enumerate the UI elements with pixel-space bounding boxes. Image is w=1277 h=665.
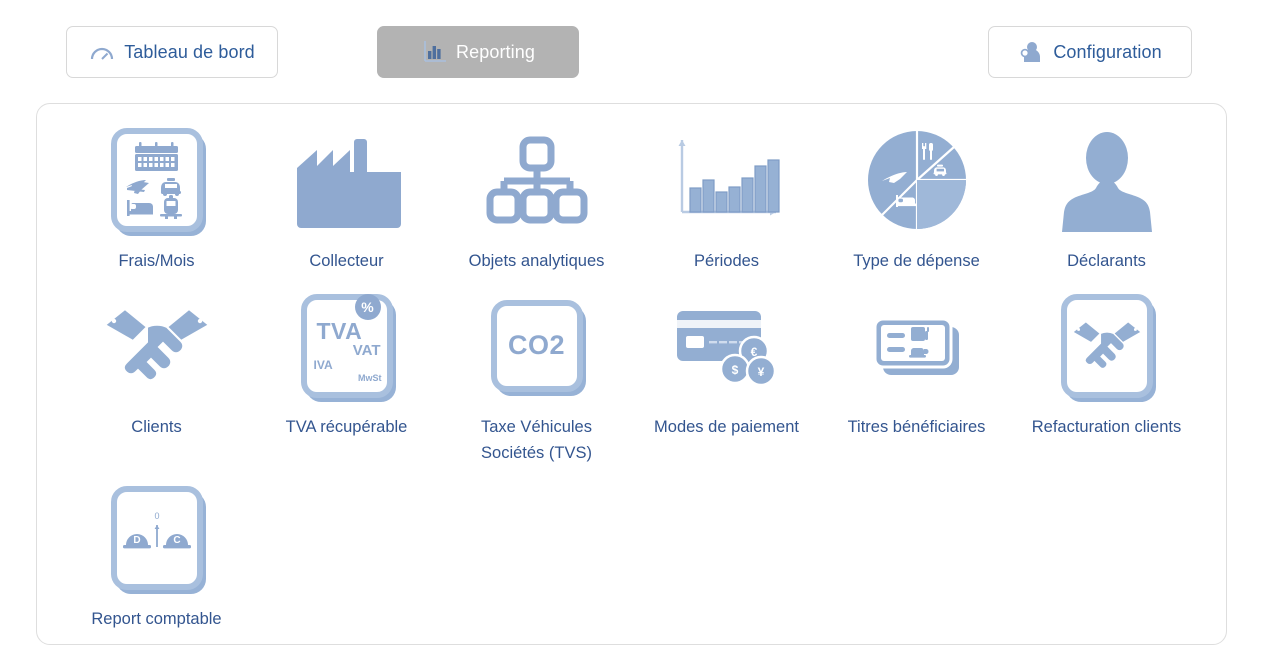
tile-objets-analytiques[interactable]: Objets analytiques — [442, 114, 632, 274]
handshake-framed-icon — [1060, 293, 1153, 398]
tab-label: Reporting — [456, 41, 535, 62]
credit-card-coins-icon: € $ ¥ — [676, 310, 776, 386]
tile-label: Taxe Véhicules Sociétés (TVS) — [481, 418, 592, 462]
tile-icon-container — [852, 122, 982, 237]
tile-icon-container: € $ ¥ — [662, 288, 792, 403]
tab-tableau-de-bord[interactable]: Tableau de bord — [66, 26, 278, 78]
tile-report-comptable[interactable]: 0 D C Report comptable — [62, 466, 252, 632]
report-tile-grid: Frais/Mois Collecteur Objets analytiques… — [37, 104, 1226, 632]
org-hierarchy-icon — [486, 136, 587, 223]
tile-icon-container — [1042, 122, 1172, 237]
tile-icon-container: CO2 — [472, 288, 602, 403]
svg-text:$: $ — [731, 363, 738, 377]
tile-tva-recuperable[interactable]: TVA VAT IVA MwSt % TVA récupérable — [252, 274, 442, 466]
bar-chart-icon — [678, 139, 780, 215]
tva-text-en: VAT — [352, 341, 381, 359]
tile-titres-beneficiaires[interactable]: Titres bénéficiaires — [822, 274, 1012, 466]
svg-text:¥: ¥ — [757, 365, 764, 379]
tile-clients[interactable]: Clients — [62, 274, 252, 466]
tile-taxe-vehicules-societes[interactable]: CO2 Taxe Véhicules Sociétés (TVS) — [442, 274, 632, 466]
tab-label: Tableau de bord — [124, 41, 255, 62]
person-silhouette-icon — [1061, 131, 1152, 232]
tile-label: Type de dépense — [853, 252, 980, 270]
user-settings-icon — [1018, 40, 1044, 64]
tva-text-es: IVA — [313, 357, 333, 372]
tva-text-de: MwSt — [358, 372, 382, 383]
voucher-cards-icon — [873, 317, 959, 375]
balance-zero-label: 0 — [154, 511, 159, 521]
tile-modes-de-paiement[interactable]: € $ ¥ Modes de paiement — [632, 274, 822, 466]
top-navigation: Tableau de bord Reporting Configuration — [0, 0, 1277, 95]
tile-label: Modes de paiement — [654, 418, 799, 436]
tile-icon-container: TVA VAT IVA MwSt % — [282, 288, 412, 403]
bar-chart-icon — [421, 40, 447, 64]
co2-label: CO2 — [507, 330, 566, 360]
tile-icon-container — [852, 288, 982, 403]
tile-label: Périodes — [693, 252, 760, 270]
vat-document-icon: TVA VAT IVA MwSt % — [300, 293, 393, 398]
tile-type-de-depense[interactable]: Type de dépense — [822, 114, 1012, 274]
tile-label: Report comptable — [91, 610, 222, 628]
tile-icon-container: 0 D C — [92, 480, 222, 595]
tile-frais-mois[interactable]: Frais/Mois — [62, 114, 252, 274]
tile-label: Titres bénéficiaires — [847, 418, 986, 436]
tile-icon-container — [92, 122, 222, 237]
tile-icon-container — [1042, 288, 1172, 403]
tile-label: Frais/Mois — [118, 252, 195, 270]
factory-icon — [296, 138, 401, 228]
tile-label: Collecteur — [309, 252, 384, 270]
handshake-icon — [102, 307, 211, 381]
tile-icon-container — [282, 122, 412, 237]
gauge-icon — [89, 41, 115, 63]
debit-label: D — [133, 535, 140, 546]
pie-chart-expense-icon — [867, 130, 966, 229]
reporting-panel: Frais/Mois Collecteur Objets analytiques… — [36, 103, 1227, 645]
tab-configuration[interactable]: Configuration — [988, 26, 1192, 78]
tile-periodes[interactable]: Périodes — [632, 114, 822, 274]
calendar-travel-icon — [110, 127, 203, 232]
tab-reporting[interactable]: Reporting — [377, 26, 579, 78]
tile-collecteur[interactable]: Collecteur — [252, 114, 442, 274]
balance-debit-credit-icon: 0 D C — [110, 485, 203, 590]
tile-declarants[interactable]: Déclarants — [1012, 114, 1202, 274]
tile-label: Refacturation clients — [1031, 418, 1182, 436]
tile-refacturation-clients[interactable]: Refacturation clients — [1012, 274, 1202, 466]
percent-badge-icon: % — [354, 293, 381, 320]
tile-icon-container — [92, 288, 222, 403]
tile-label: TVA récupérable — [285, 418, 408, 436]
tile-label: Clients — [131, 418, 182, 436]
credit-label: C — [173, 535, 180, 546]
tile-icon-container — [472, 122, 602, 237]
tva-text-fr: TVA — [316, 317, 363, 344]
tab-label: Configuration — [1053, 41, 1162, 62]
tile-label: Objets analytiques — [468, 252, 605, 270]
co2-icon: CO2 — [490, 299, 583, 392]
tile-label: Déclarants — [1067, 252, 1146, 270]
tile-icon-container — [662, 122, 792, 237]
